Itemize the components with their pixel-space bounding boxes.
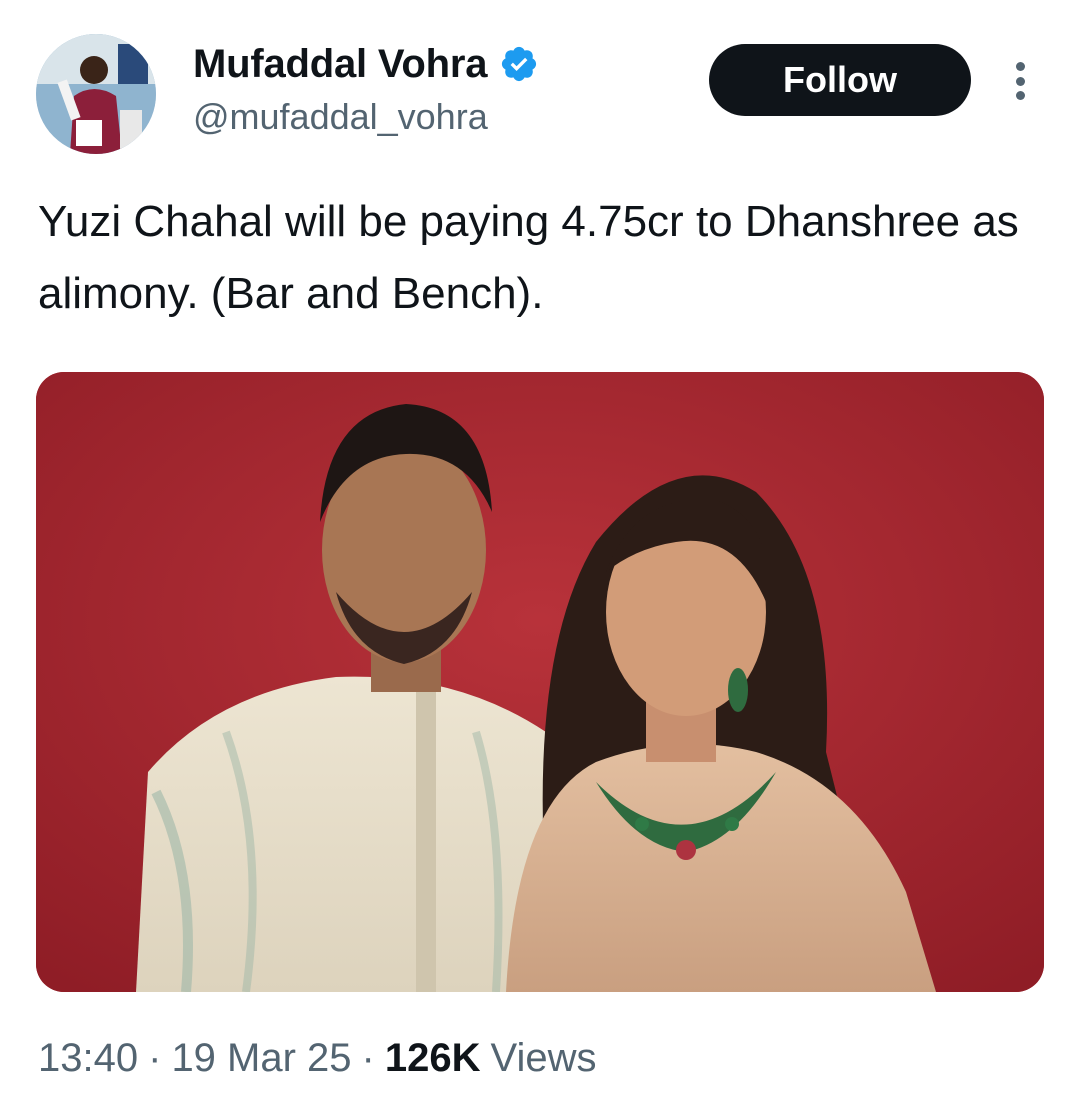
meta-separator: · [148, 1036, 162, 1080]
author-display-name[interactable]: Mufaddal Vohra [193, 42, 487, 87]
views-count[interactable]: 126K [385, 1036, 481, 1081]
more-options-dot [1015, 76, 1025, 86]
follow-button[interactable]: Follow [709, 44, 971, 116]
tweet-photo[interactable] [36, 372, 1044, 992]
tweet-meta: 13:40 · 19 Mar 25 · 126K Views [38, 1036, 596, 1081]
author-handle[interactable]: @mufaddal_vohra [193, 96, 488, 138]
author-name-row[interactable]: Mufaddal Vohra [193, 40, 539, 88]
meta-separator: · [361, 1036, 375, 1080]
verified-badge-icon[interactable] [499, 44, 539, 84]
avatar[interactable] [36, 34, 156, 154]
more-options-dot [1015, 62, 1025, 71]
tweet-time[interactable]: 13:40 [38, 1036, 138, 1081]
more-options-dot [1015, 91, 1025, 100]
more-options-icon[interactable] [1000, 56, 1040, 106]
tweet-date[interactable]: 19 Mar 25 [171, 1036, 351, 1081]
tweet-text: Yuzi Chahal will be paying 4.75cr to Dha… [38, 197, 1019, 318]
views-label: Views [490, 1036, 597, 1080]
